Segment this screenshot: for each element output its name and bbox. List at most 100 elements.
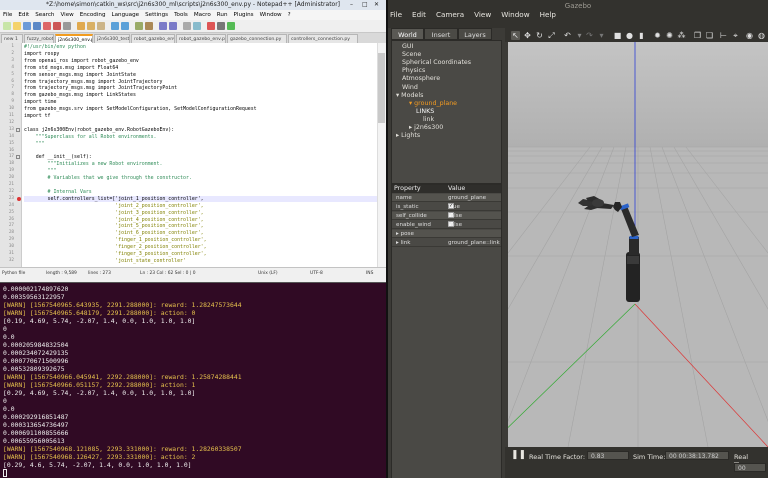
- directional-light-icon[interactable]: ⁂: [677, 31, 686, 40]
- close-all-icon[interactable]: [53, 22, 61, 30]
- tree-item[interactable]: GUI: [402, 43, 413, 51]
- copy-icon[interactable]: [87, 22, 95, 30]
- tab-new1[interactable]: new 1: [1, 34, 23, 43]
- gz-menu-help[interactable]: Help: [540, 10, 556, 19]
- tab-world[interactable]: World: [391, 28, 424, 40]
- tree-item[interactable]: Atmosphere: [402, 75, 440, 83]
- spot-light-icon[interactable]: ✺: [665, 31, 674, 40]
- cylinder-shape-icon[interactable]: ▮: [637, 31, 646, 40]
- gz-menu-edit[interactable]: Edit: [412, 10, 426, 19]
- menu-view[interactable]: View: [60, 12, 73, 18]
- property-row[interactable]: ▸ pose: [392, 230, 501, 238]
- redo-menu-icon[interactable]: ▾: [597, 31, 606, 40]
- tab-j2n6s300-test[interactable]: j2n6s300_test.py: [94, 34, 130, 43]
- undo-icon[interactable]: [111, 22, 119, 30]
- menu-macro[interactable]: Macro: [194, 12, 211, 18]
- menu-settings[interactable]: Settings: [145, 12, 168, 18]
- play-macro-icon[interactable]: [227, 22, 235, 30]
- cut-icon[interactable]: [77, 22, 85, 30]
- tree-item[interactable]: LINKS: [416, 108, 434, 116]
- gz-menu-camera[interactable]: Camera: [436, 10, 464, 19]
- property-row[interactable]: enable_wind False: [392, 221, 501, 229]
- save-icon[interactable]: [23, 22, 31, 30]
- code-editor[interactable]: 1 2 3 4 5 6 7 8 9 10 11 12 13 14 15 16 17 18 19 20 21 22 23 24 2…: [0, 43, 386, 267]
- tree-item[interactable]: link: [423, 116, 434, 124]
- wrap-icon[interactable]: [183, 22, 191, 30]
- indent-guide-icon[interactable]: [193, 22, 201, 30]
- paste-icon[interactable]: ❏: [705, 31, 714, 40]
- pause-icon[interactable]: ❚❚: [511, 450, 526, 460]
- gz-menu-file[interactable]: File: [390, 10, 402, 19]
- redo-icon[interactable]: ↷: [585, 31, 594, 40]
- close-icon[interactable]: ✕: [374, 0, 379, 10]
- editor-scroll-thumb[interactable]: [378, 53, 385, 123]
- sphere-shape-icon[interactable]: ●: [625, 31, 634, 40]
- fold-toggle-icon[interactable]: [16, 155, 20, 160]
- menu-help[interactable]: ?: [288, 12, 291, 18]
- menu-file[interactable]: File: [3, 12, 12, 18]
- tree-item[interactable]: ▾ Models: [396, 92, 423, 100]
- menu-edit[interactable]: Edit: [18, 12, 29, 18]
- copy-icon[interactable]: ❐: [693, 31, 702, 40]
- property-row[interactable]: ▸ link ground_plane::link: [392, 239, 501, 247]
- stop-macro-icon[interactable]: [217, 22, 225, 30]
- undo-icon[interactable]: ↶: [563, 31, 572, 40]
- property-row[interactable]: self_collide False: [392, 212, 501, 220]
- property-row[interactable]: is_static ✓ True: [392, 203, 501, 211]
- minimize-icon[interactable]: –: [350, 0, 353, 10]
- gazebo-3d-viewport[interactable]: [508, 42, 768, 447]
- maximize-icon[interactable]: □: [362, 0, 368, 10]
- record-icon[interactable]: ◍: [757, 31, 766, 40]
- new-file-icon[interactable]: [3, 22, 11, 30]
- tree-item[interactable]: ▸ j2n6s300: [409, 124, 443, 132]
- tab-robot-gazebo-env-2[interactable]: robot_gazebo_env.py: [176, 34, 226, 43]
- fold-toggle-icon[interactable]: [16, 127, 20, 132]
- paste-icon[interactable]: [97, 22, 105, 30]
- terminal-window[interactable]: 0.000002174897620 0.00359563122957 [WARN] …: [0, 282, 386, 478]
- screenshot-icon[interactable]: ◉: [745, 31, 754, 40]
- menu-tools[interactable]: Tools: [174, 12, 188, 18]
- gz-menu-window[interactable]: Window: [501, 10, 529, 19]
- close-file-icon[interactable]: [43, 22, 51, 30]
- print-icon[interactable]: [63, 22, 71, 30]
- world-tree: GUI Scene Spherical Coordinates Physics Atmo…: [391, 40, 502, 184]
- find-icon[interactable]: [135, 22, 143, 30]
- tab-layers[interactable]: Layers: [458, 28, 492, 40]
- tab-insert[interactable]: Insert: [424, 28, 458, 40]
- menu-search[interactable]: Search: [35, 12, 54, 18]
- tree-item[interactable]: ▾ ground_plane: [409, 100, 457, 108]
- open-file-icon[interactable]: [13, 22, 21, 30]
- tab-robot-gazebo-env-1[interactable]: robot_gazebo_env.py: [131, 34, 175, 43]
- tab-j2n6s300-env[interactable]: j2n6s300_env.py: [55, 34, 93, 43]
- tree-item[interactable]: Physics: [402, 67, 425, 75]
- zoom-out-icon[interactable]: [169, 22, 177, 30]
- tree-item[interactable]: Scene: [402, 51, 421, 59]
- rotate-mode-icon[interactable]: ↻: [535, 31, 544, 40]
- save-all-icon[interactable]: [33, 22, 41, 30]
- property-row[interactable]: name ground_plane: [392, 194, 501, 202]
- menu-window[interactable]: Window: [260, 12, 282, 18]
- menu-run[interactable]: Run: [217, 12, 228, 18]
- menu-plugins[interactable]: Plugins: [234, 12, 254, 18]
- box-shape-icon[interactable]: ■: [613, 31, 622, 40]
- tree-item[interactable]: ▸ Lights: [396, 132, 420, 140]
- select-mode-icon[interactable]: ↖: [511, 31, 520, 40]
- align-icon[interactable]: ⊢: [719, 31, 728, 40]
- redo-icon[interactable]: [121, 22, 129, 30]
- gz-menu-view[interactable]: View: [474, 10, 491, 19]
- scale-mode-icon[interactable]: ⤢: [547, 31, 556, 40]
- undo-menu-icon[interactable]: ▾: [575, 31, 584, 40]
- tree-item[interactable]: Wind: [402, 84, 418, 92]
- replace-icon[interactable]: [145, 22, 153, 30]
- tree-item[interactable]: Spherical Coordinates: [402, 59, 471, 67]
- tab-fuzzy-robot[interactable]: fuzzy_robot.py: [24, 34, 54, 43]
- tab-gazebo-connection[interactable]: gazebo_connection.py: [227, 34, 287, 43]
- point-light-icon[interactable]: ✹: [653, 31, 662, 40]
- menu-encoding[interactable]: Encoding: [80, 12, 106, 18]
- translate-mode-icon[interactable]: ✥: [523, 31, 532, 40]
- snap-icon[interactable]: ⌖: [731, 31, 740, 40]
- record-macro-icon[interactable]: [207, 22, 215, 30]
- menu-language[interactable]: Language: [112, 12, 140, 18]
- zoom-in-icon[interactable]: [159, 22, 167, 30]
- tab-controllers-connection[interactable]: controllers_connection.py: [288, 34, 358, 43]
